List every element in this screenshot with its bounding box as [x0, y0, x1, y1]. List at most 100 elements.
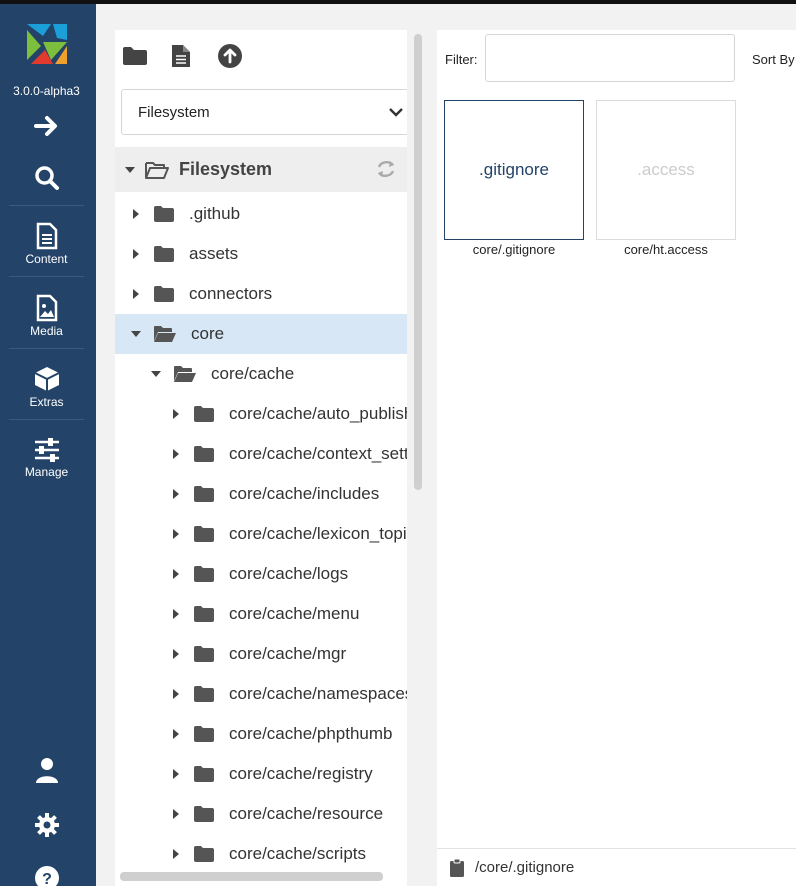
- new-folder-button[interactable]: [121, 42, 149, 70]
- tree-node[interactable]: core/cache/resource: [115, 794, 407, 834]
- sidebar-item-media[interactable]: Media: [0, 284, 93, 348]
- arrow-right-icon: [33, 116, 57, 136]
- sort-by-label[interactable]: Sort By: [752, 52, 795, 67]
- tree-node-label: core/cache/menu: [229, 604, 360, 623]
- file-caption: core/.gitignore: [472, 242, 556, 257]
- tree-vertical-scrollbar[interactable]: [414, 34, 422, 490]
- caret-right-icon[interactable]: [171, 729, 181, 739]
- modx-logo-icon[interactable]: [23, 20, 71, 68]
- sidebar-separator: [9, 205, 84, 206]
- new-file-icon: [172, 45, 190, 67]
- tree-node[interactable]: core/cache/context_settings: [115, 434, 407, 474]
- sidebar-separator: [9, 348, 84, 349]
- tree-node-label: core/cache/registry: [229, 764, 373, 783]
- folder-icon: [193, 485, 215, 503]
- expand-sidebar-button[interactable]: [0, 108, 93, 144]
- tree-node-label: core: [191, 324, 225, 343]
- settings-button[interactable]: [0, 807, 93, 843]
- tree-node[interactable]: core/cache: [115, 354, 407, 394]
- user-profile-button[interactable]: [0, 752, 93, 788]
- sidebar-item-manage[interactable]: Manage: [0, 426, 93, 490]
- file-browser: Filter: Sort By .gitignore core/.gitigno…: [437, 30, 796, 886]
- image-icon: [36, 294, 57, 322]
- filter-label: Filter:: [445, 52, 478, 67]
- caret-right-icon[interactable]: [171, 769, 181, 779]
- tree-node[interactable]: core/cache/auto_publish: [115, 394, 407, 434]
- tree-node-label: core/cache/namespaces: [229, 684, 407, 703]
- caret-down-icon[interactable]: [151, 369, 161, 379]
- folder-icon: [193, 405, 215, 423]
- caret-right-icon[interactable]: [171, 529, 181, 539]
- caret-right-icon[interactable]: [171, 809, 181, 819]
- filter-input[interactable]: [485, 34, 735, 82]
- sidebar-item-content[interactable]: Content: [0, 212, 93, 276]
- new-file-button[interactable]: [167, 42, 195, 70]
- tree-node[interactable]: core/cache/mgr: [115, 634, 407, 674]
- folder-icon: [193, 565, 215, 583]
- box-icon: [34, 367, 59, 391]
- tree-node-label: core/cache/scripts: [229, 844, 366, 863]
- clipboard-icon[interactable]: [449, 858, 465, 878]
- sliders-icon: [34, 438, 59, 462]
- caret-right-icon[interactable]: [171, 489, 181, 499]
- file-thumbnail-text: .gitignore: [479, 160, 549, 179]
- tree-root-label: Filesystem: [179, 159, 273, 179]
- tree-node[interactable]: core/cache/scripts: [115, 834, 407, 874]
- tree-node[interactable]: core/cache/menu: [115, 594, 407, 634]
- tree-node-label: core/cache/logs: [229, 564, 349, 583]
- tree-node[interactable]: core/cache/logs: [115, 554, 407, 594]
- sidebar-item-label: Media: [30, 324, 63, 338]
- file-thumbnail[interactable]: .access: [596, 100, 736, 240]
- tree-node[interactable]: core: [115, 314, 407, 354]
- tree-node[interactable]: assets: [115, 234, 407, 274]
- search-button[interactable]: [0, 160, 93, 196]
- folder-icon: [193, 685, 215, 703]
- tree-node-label: core/cache/phpthumb: [229, 724, 393, 743]
- caret-down-icon[interactable]: [131, 329, 141, 339]
- caret-right-icon[interactable]: [131, 289, 141, 299]
- gear-icon: [34, 813, 59, 837]
- tree-horizontal-scrollbar[interactable]: [120, 872, 383, 881]
- refresh-icon[interactable]: [375, 159, 397, 184]
- caret-right-icon[interactable]: [171, 609, 181, 619]
- tree-node-label: core/cache/resource: [229, 804, 384, 823]
- sidebar-item-label: Extras: [29, 395, 64, 409]
- caret-right-icon[interactable]: [171, 649, 181, 659]
- caret-down-icon[interactable]: [125, 165, 135, 175]
- tree-node[interactable]: core/cache/registry: [115, 754, 407, 794]
- folder-icon: [193, 445, 215, 463]
- caret-right-icon[interactable]: [171, 449, 181, 459]
- upload-button[interactable]: [216, 42, 244, 70]
- caret-right-icon[interactable]: [171, 849, 181, 859]
- file-thumbnail[interactable]: .gitignore: [444, 100, 584, 240]
- tree-node-label: .github: [189, 204, 241, 223]
- media-source-value: Filesystem: [138, 103, 210, 121]
- caret-right-icon[interactable]: [131, 209, 141, 219]
- caret-right-icon[interactable]: [171, 689, 181, 699]
- folder-open-icon: [173, 364, 197, 384]
- caret-right-icon[interactable]: [131, 249, 141, 259]
- version-label: 3.0.0-alpha3: [13, 84, 80, 98]
- document-icon: [36, 222, 57, 250]
- tree-node[interactable]: core/cache/phpthumb: [115, 714, 407, 754]
- help-button[interactable]: ?: [0, 860, 93, 896]
- tree-node[interactable]: .github: [115, 194, 407, 234]
- sidebar-item-extras[interactable]: Extras: [0, 355, 93, 419]
- caret-right-icon[interactable]: [171, 569, 181, 579]
- file-tree: Filesystem Filesystem .github assets conne…: [115, 30, 407, 886]
- tree-node[interactable]: core/cache/namespaces: [115, 674, 407, 714]
- tree-node-label: core/cache: [211, 364, 295, 383]
- sidebar-item-label: Content: [25, 252, 68, 266]
- tree-root-node[interactable]: Filesystem: [115, 147, 407, 192]
- tree-node[interactable]: connectors: [115, 274, 407, 314]
- tree-node-label: core/cache/auto_publish: [229, 404, 407, 423]
- status-path: /core/.gitignore: [475, 859, 575, 876]
- folder-icon: [193, 765, 215, 783]
- tree-node[interactable]: core/cache/lexicon_topics: [115, 514, 407, 554]
- sidebar-item-label: Manage: [24, 465, 69, 479]
- tree-toolbar: [115, 30, 407, 86]
- folder-icon: [193, 605, 215, 623]
- media-source-select[interactable]: Filesystem: [121, 89, 407, 135]
- caret-right-icon[interactable]: [171, 409, 181, 419]
- tree-node[interactable]: core/cache/includes: [115, 474, 407, 514]
